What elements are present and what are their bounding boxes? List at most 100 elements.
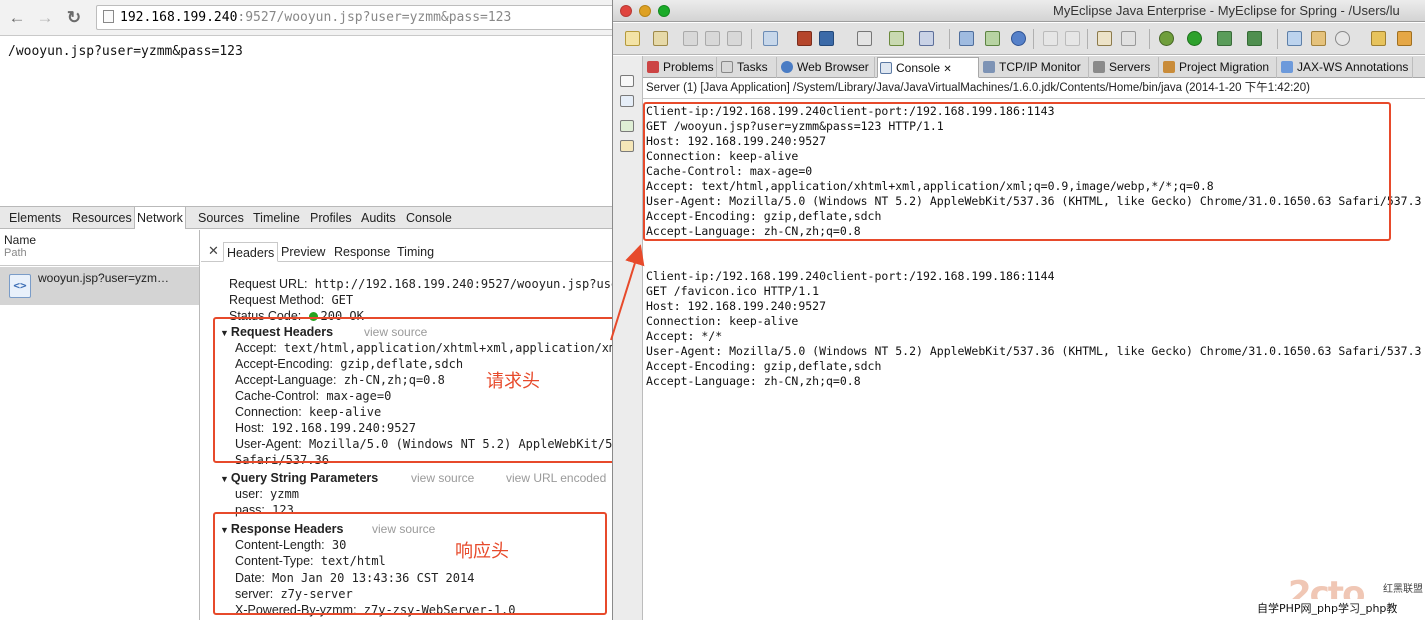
console-icon: [880, 62, 892, 74]
wrench-icon[interactable]: [1097, 31, 1112, 46]
package-icon[interactable]: [1311, 31, 1326, 46]
request-method-value: GET: [331, 293, 354, 307]
back-arrow-icon[interactable]: ←: [6, 7, 28, 29]
close-window-icon[interactable]: [620, 5, 632, 17]
jaxws-icon: [1281, 61, 1293, 73]
new-web-project-icon[interactable]: [1287, 31, 1302, 46]
debug-icon[interactable]: [1159, 31, 1174, 46]
save-icon[interactable]: [683, 31, 698, 46]
tab-tasks[interactable]: Tasks: [719, 57, 777, 78]
view-url-encoded-link[interactable]: view URL encoded: [506, 471, 606, 485]
request-url-label: Request URL:: [229, 277, 308, 291]
tab-audits[interactable]: Audits: [361, 207, 396, 229]
open-type-icon[interactable]: [959, 31, 974, 46]
myeclipse-window: MyEclipse Java Enterprise - MyEclipse fo…: [612, 0, 1425, 620]
reload-icon[interactable]: ↻: [63, 7, 85, 29]
tab-tcpip-monitor[interactable]: TCP/IP Monitor: [981, 57, 1089, 78]
tab-problems-label: Problems: [663, 60, 714, 74]
new-project-icon[interactable]: [653, 31, 668, 46]
tab-project-migration-label: Project Migration: [1179, 60, 1270, 74]
tab-profiles[interactable]: Profiles: [310, 207, 352, 229]
tab-servers-label: Servers: [1109, 60, 1151, 74]
console-line: GET /favicon.ico HTTP/1.1: [646, 284, 820, 298]
disclosure-triangle-icon: ▼: [220, 474, 229, 484]
external-tools-icon[interactable]: [1247, 31, 1262, 46]
list-header[interactable]: Name Path: [0, 230, 200, 266]
tab-problems[interactable]: Problems: [645, 57, 717, 78]
outline-icon[interactable]: [620, 140, 634, 152]
tab-preview[interactable]: Preview: [281, 242, 325, 262]
request-headers-highlight: [213, 317, 615, 463]
console-line: Host: 192.168.199.240:9527: [646, 299, 827, 313]
request-row[interactable]: <> wooyun.jsp?user=yzm…: [0, 267, 199, 305]
tab-console[interactable]: Console: [406, 207, 452, 229]
minimize-window-icon[interactable]: [639, 5, 651, 17]
response-headers-highlight: [213, 512, 607, 615]
settings-icon[interactable]: [1121, 31, 1136, 46]
wizard-icon[interactable]: [889, 31, 904, 46]
server-icon[interactable]: [797, 31, 812, 46]
tab-project-migration[interactable]: Project Migration: [1161, 57, 1277, 78]
deploy-icon[interactable]: [763, 31, 778, 46]
tab-timeline[interactable]: Timeline: [253, 207, 300, 229]
request-list: Name Path <> wooyun.jsp?user=yzm…: [0, 230, 200, 620]
pencil-icon[interactable]: [1397, 31, 1412, 46]
left-trim: [613, 56, 643, 620]
package-explorer-icon[interactable]: [620, 95, 634, 107]
box-icon[interactable]: [819, 31, 834, 46]
html-file-icon: <>: [9, 274, 31, 298]
tab-console-view[interactable]: Console ✕: [877, 57, 979, 78]
tab-tasks-label: Tasks: [737, 60, 768, 74]
forward-icon[interactable]: [1065, 31, 1080, 46]
globe-icon[interactable]: [1011, 31, 1026, 46]
request-method-line: Request Method: GET: [229, 293, 353, 307]
save-all-icon[interactable]: [705, 31, 720, 46]
web-browser-icon: [781, 61, 793, 73]
tab-headers[interactable]: Headers: [223, 242, 279, 262]
run-icon[interactable]: [1187, 31, 1202, 46]
tab-sources[interactable]: Sources: [198, 207, 244, 229]
request-headers-annotation: 请求头: [486, 371, 540, 392]
back-icon[interactable]: [1043, 31, 1058, 46]
address-input[interactable]: 192.168.199.240:9527/wooyun.jsp?user=yzm…: [96, 5, 612, 30]
new-file-icon[interactable]: [625, 31, 640, 46]
restore-view-icon[interactable]: [620, 75, 634, 87]
page-content: /wooyun.jsp?user=yzmm&pass=123: [8, 44, 243, 59]
zoom-window-icon[interactable]: [658, 5, 670, 17]
monitor-icon: [983, 61, 995, 73]
refresh-icon[interactable]: [1335, 31, 1350, 46]
close-icon[interactable]: ✕: [943, 64, 951, 75]
tab-jaxws-label: JAX-WS Annotations: [1297, 60, 1409, 74]
forward-arrow-icon[interactable]: →: [34, 7, 56, 29]
request-method-label: Request Method:: [229, 293, 325, 307]
window-titlebar: MyEclipse Java Enterprise - MyEclipse fo…: [613, 0, 1425, 22]
tab-timing[interactable]: Timing: [397, 242, 434, 262]
response-headers-annotation: 响应头: [455, 541, 509, 562]
tab-servers[interactable]: Servers: [1091, 57, 1159, 78]
hierarchy-icon[interactable]: [620, 120, 634, 132]
calendar-icon[interactable]: [857, 31, 872, 46]
migration-icon: [1163, 61, 1175, 73]
search-icon[interactable]: [919, 31, 934, 46]
tab-network[interactable]: Network: [134, 207, 186, 229]
main-toolbar: [613, 23, 1425, 55]
open-folder-icon[interactable]: [1371, 31, 1386, 46]
open-resource-icon[interactable]: [985, 31, 1000, 46]
print-icon[interactable]: [727, 31, 742, 46]
watermark-tag: 红黑联盟: [1383, 584, 1423, 595]
console-line: Accept-Language: zh-CN,zh;q=0.8: [646, 374, 861, 388]
tab-elements[interactable]: Elements: [9, 207, 61, 229]
tab-resources[interactable]: Resources: [72, 207, 132, 229]
profile-icon[interactable]: [1217, 31, 1232, 46]
query-params-title[interactable]: ▼ Query String Parameters: [220, 471, 378, 485]
toolbar-separator: [1033, 29, 1034, 49]
console-line: Client-ip:/192.168.199.240client-port:/1…: [646, 269, 1055, 283]
column-path: Path: [4, 247, 27, 259]
toolbar-separator: [1087, 29, 1088, 49]
close-icon[interactable]: ✕: [208, 243, 219, 259]
toolbar-separator: [949, 29, 950, 49]
tab-web-browser[interactable]: Web Browser: [779, 57, 875, 78]
query-view-source-link[interactable]: view source: [411, 471, 474, 485]
tab-jaxws-annotations[interactable]: JAX-WS Annotations: [1279, 57, 1413, 78]
tab-response[interactable]: Response: [334, 242, 390, 262]
